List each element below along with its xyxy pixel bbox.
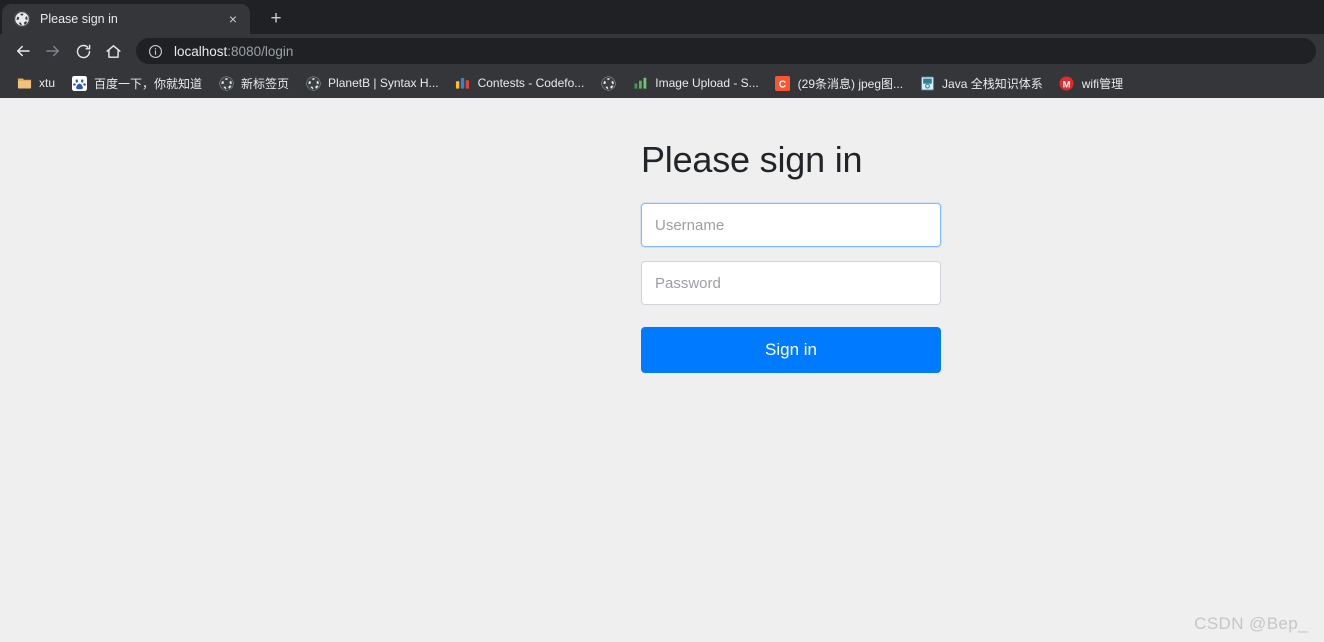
bookmark-planetb[interactable]: PlanetB | Syntax H...: [297, 71, 447, 95]
browser-window: Please sign in × + localhost:8080/login …: [0, 0, 1324, 642]
reload-icon[interactable]: [68, 36, 98, 66]
sign-in-button[interactable]: Sign in: [641, 327, 941, 374]
info-circle-icon[interactable]: [148, 44, 164, 59]
bookmark-xtu[interactable]: xtu: [8, 71, 63, 95]
browser-toolbar: localhost:8080/login: [0, 34, 1324, 68]
green-bars-icon: [632, 75, 648, 91]
baidu-paw-icon: [71, 75, 87, 91]
page-viewport: Please sign in Sign in CSDN @Bep_: [0, 98, 1324, 642]
bookmark-unlabeled[interactable]: [592, 71, 624, 95]
csdn-c-icon: C: [775, 75, 791, 91]
tab-please-sign-in[interactable]: Please sign in ×: [2, 4, 250, 34]
globe-icon: [600, 75, 616, 91]
bookmark-java[interactable]: Java 全栈知识体系: [911, 71, 1051, 95]
forward-arrow-icon: [38, 36, 68, 66]
bookmark-label: PlanetB | Syntax H...: [328, 76, 439, 90]
bookmark-label: (29条消息) jpeg图...: [797, 76, 904, 91]
bookmarks-bar: xtu 百度一下，你就知道 新标签页 PlanetB | Syntax H...…: [0, 68, 1324, 98]
bookmark-label: xtu: [39, 76, 56, 90]
tab-strip: Please sign in × +: [0, 0, 1324, 34]
address-path: :8080/login: [227, 43, 294, 59]
globe-icon: [218, 75, 234, 91]
tab-title: Please sign in: [40, 12, 118, 26]
globe-icon: [305, 75, 321, 91]
svg-text:C: C: [779, 79, 787, 90]
bookmark-csdn[interactable]: C (29条消息) jpeg图...: [767, 71, 911, 95]
watermark: CSDN @Bep_: [1194, 614, 1308, 633]
new-tab-button[interactable]: +: [262, 4, 290, 32]
bookmark-wifi-admin[interactable]: M wifi管理: [1051, 71, 1131, 95]
username-input[interactable]: [641, 203, 941, 248]
bookmark-label: 百度一下，你就知道: [94, 76, 203, 91]
codeforces-bars-icon: [455, 75, 471, 91]
address-bar[interactable]: localhost:8080/login: [136, 38, 1316, 64]
bookmark-codeforces[interactable]: Contests - Codefo...: [447, 71, 593, 95]
back-arrow-icon[interactable]: [8, 36, 38, 66]
bookmark-new-tab-page[interactable]: 新标签页: [210, 71, 297, 95]
svg-text:M: M: [1063, 79, 1071, 89]
globe-icon: [14, 11, 30, 27]
bookmark-image-upload[interactable]: Image Upload - S...: [624, 71, 766, 95]
home-icon[interactable]: [98, 36, 128, 66]
bookmark-label: 新标签页: [241, 76, 290, 91]
bookmark-label: Contests - Codefo...: [477, 76, 585, 90]
red-m-icon: M: [1059, 75, 1075, 91]
bookmark-baidu[interactable]: 百度一下，你就知道: [63, 71, 210, 95]
bookmark-label: Image Upload - S...: [655, 76, 759, 90]
address-bar-text: localhost:8080/login: [174, 44, 293, 59]
bookmark-label: wifi管理: [1081, 76, 1124, 91]
bookmark-label: Java 全栈知识体系: [942, 76, 1043, 91]
address-host: localhost: [174, 43, 228, 59]
close-icon[interactable]: ×: [224, 10, 242, 28]
book-icon: [919, 75, 935, 91]
sign-in-form: Please sign in Sign in: [641, 138, 941, 374]
folder-icon: [16, 75, 32, 91]
password-input[interactable]: [641, 261, 941, 306]
page-title: Please sign in: [641, 139, 863, 180]
